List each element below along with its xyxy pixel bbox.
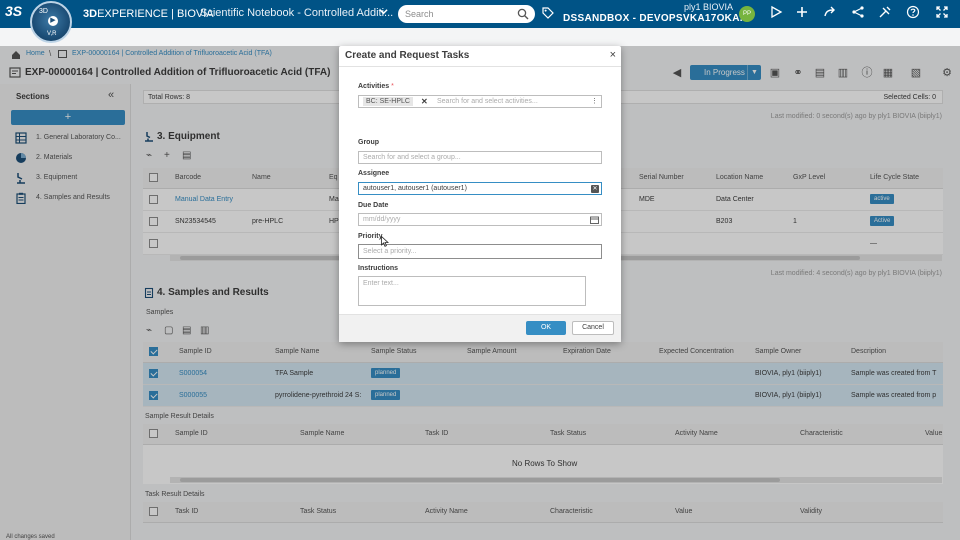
activities-label: Activities * (358, 83, 394, 90)
close-icon[interactable]: × (610, 49, 616, 61)
due-date-label: Due Date (358, 202, 389, 209)
more-options-icon[interactable]: ⋮ (591, 97, 598, 105)
user-name: ply1 BIOVIA (684, 2, 734, 12)
priority-select[interactable]: Select a priority... (358, 244, 602, 259)
app-title[interactable]: Scientific Notebook - Controlled Additi.… (200, 7, 393, 19)
group-label: Group (358, 139, 379, 146)
fullscreen-icon[interactable] (933, 5, 951, 23)
due-date-field[interactable]: mm/dd/yyyy (358, 213, 602, 226)
instructions-textarea[interactable]: Enter text... (358, 276, 586, 306)
tag-icon[interactable] (541, 6, 555, 20)
calendar-icon[interactable] (590, 216, 599, 224)
help-icon[interactable] (904, 5, 922, 23)
dialog-title: Create and Request Tasks (345, 50, 470, 61)
brand-title: 3DEXPERIENCE | BIOVIA (83, 8, 214, 20)
instructions-label: Instructions (358, 265, 399, 272)
search-icon[interactable] (517, 8, 529, 20)
priority-label: Priority (358, 233, 383, 240)
avatar[interactable]: PP (739, 6, 755, 22)
remove-chip-icon[interactable]: ✕ (421, 97, 428, 106)
activities-field[interactable]: BC: SE-HPLC ✕ Search for and select acti… (358, 95, 602, 108)
assignee-field[interactable]: autouser1, autouser1 (autouser1) ✕ (358, 182, 602, 195)
dialog-footer: OK Cancel (339, 314, 621, 342)
network-share-icon[interactable] (849, 5, 867, 23)
clear-icon[interactable]: ✕ (591, 185, 599, 193)
plus-icon[interactable] (793, 5, 811, 23)
forward-icon[interactable] (821, 5, 839, 23)
compass-icon[interactable]: 3D ▶ V,R (30, 1, 72, 43)
tools-icon[interactable] (876, 5, 894, 23)
mouse-cursor-icon (381, 236, 389, 247)
ds-logo[interactable]: 3S (5, 3, 22, 19)
cancel-button[interactable]: Cancel (572, 321, 614, 335)
tenant-name[interactable]: DSSANDBOX - DEVOPSVKA17OKA... (563, 13, 749, 24)
search-input[interactable]: Search (398, 5, 535, 23)
assignee-label: Assignee (358, 170, 390, 177)
group-field[interactable]: Search for and select a group... (358, 151, 602, 164)
top-bar: 3S 3DEXPERIENCE | BIOVIA Scientific Note… (0, 0, 960, 28)
share-play-icon[interactable] (767, 5, 785, 23)
ok-button[interactable]: OK (526, 321, 566, 335)
create-request-tasks-dialog: Create and Request Tasks × Activities * … (339, 46, 621, 342)
activity-chip: BC: SE-HPLC (363, 97, 413, 106)
chevron-down-icon[interactable] (379, 7, 388, 19)
